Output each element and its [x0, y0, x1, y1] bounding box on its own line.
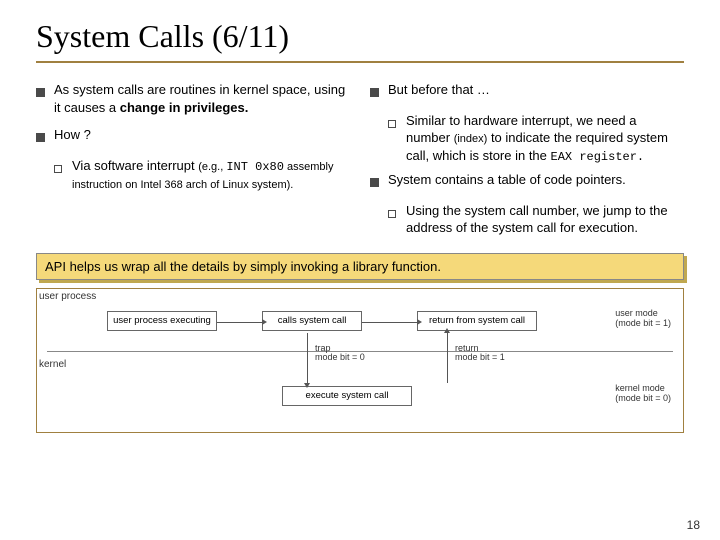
- arrow-trap-icon: [307, 333, 308, 383]
- diagram-row-user: user process executing calls system call…: [47, 297, 673, 337]
- subbullet-interrupt: Via software interrupt (e.g., INT 0x80 a…: [54, 157, 350, 193]
- bullet-text: Similar to hardware interrupt, we need a…: [406, 112, 684, 166]
- bullet-icon: [36, 129, 48, 147]
- arrow-label-trap: trapmode bit = 0: [315, 344, 365, 362]
- diagram-row-kernel: execute system call kernel mode(mode bit…: [47, 364, 673, 404]
- bullet-table: System contains a table of code pointers…: [370, 171, 684, 192]
- content-columns: As system calls are routines in kernel s…: [36, 81, 684, 243]
- bullet-icon: [370, 84, 382, 102]
- arrow-label-return: returnmode bit = 1: [455, 344, 505, 362]
- bullet-text: How ?: [54, 126, 91, 147]
- bullet-icon: [54, 160, 66, 193]
- subbullet-jump: Using the system call number, we jump to…: [388, 202, 684, 237]
- arrow-icon: [362, 322, 417, 323]
- bullet-icon: [36, 84, 48, 116]
- bullet-text: System contains a table of code pointers…: [388, 171, 626, 192]
- subbullet-number: Similar to hardware interrupt, we need a…: [388, 112, 684, 166]
- callout-box: API helps us wrap all the details by sim…: [36, 253, 684, 280]
- bullet-how: How ?: [36, 126, 350, 147]
- bullet-icon: [370, 174, 382, 192]
- box-execute-syscall: execute system call: [282, 386, 412, 406]
- box-user-exec: user process executing: [107, 311, 217, 331]
- page-number: 18: [687, 518, 700, 532]
- slide-title: System Calls (6/11): [36, 18, 684, 63]
- left-column: As system calls are routines in kernel s…: [36, 81, 350, 243]
- bullet-icon: [388, 115, 400, 166]
- right-column: But before that … Similar to hardware in…: [370, 81, 684, 243]
- box-calls-syscall: calls system call: [262, 311, 362, 331]
- bullet-before: But before that …: [370, 81, 684, 102]
- bullet-routines: As system calls are routines in kernel s…: [36, 81, 350, 116]
- arrow-icon: [217, 322, 262, 323]
- diagram: user process user process executing call…: [36, 288, 684, 433]
- side-kernel-mode: kernel mode(mode bit = 0): [615, 384, 671, 404]
- bullet-icon: [388, 205, 400, 237]
- bullet-text: Using the system call number, we jump to…: [406, 202, 684, 237]
- side-user-mode: user mode(mode bit = 1): [615, 309, 671, 329]
- bullet-text: But before that …: [388, 81, 490, 102]
- slide-body: System Calls (6/11) As system calls are …: [0, 0, 720, 243]
- arrow-return-icon: [447, 333, 448, 383]
- bullet-text: As system calls are routines in kernel s…: [54, 81, 350, 116]
- box-return-syscall: return from system call: [417, 311, 537, 331]
- bullet-text: Via software interrupt (e.g., INT 0x80 a…: [72, 157, 350, 193]
